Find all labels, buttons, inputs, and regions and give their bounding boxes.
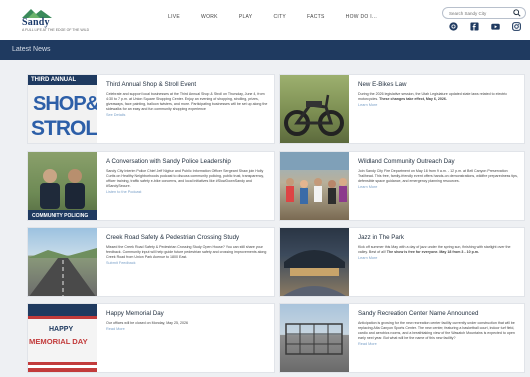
crowd-icon — [280, 152, 349, 204]
memorial-day-image[interactable]: HAPPY MEMORIAL DAY — [28, 304, 97, 372]
news-card[interactable]: THIRD ANNUAL SHOP& STROLL Third Annual S… — [27, 74, 275, 144]
card-title[interactable]: Jazz in The Park — [358, 234, 518, 241]
card-text: Anticipation is growing for the new recr… — [358, 321, 515, 340]
wildland-outreach-image[interactable] — [280, 152, 349, 220]
search-input[interactable] — [449, 10, 509, 17]
sandy-city-logo[interactable]: Sandy A FULL LIFE AT THE EDGE OF THE WIL… — [22, 8, 89, 32]
news-card[interactable]: COMMUNITY POLICING A Conversation with S… — [27, 151, 275, 221]
news-card[interactable]: HAPPY MEMORIAL DAY Happy Memorial Day Ou… — [27, 303, 275, 373]
card-body: Creek Road Safety & Pedestrian Crossing … — [106, 234, 268, 265]
card-text: Celebrate and support local businesses a… — [106, 92, 268, 111]
card-title[interactable]: Wildland Community Outreach Day — [358, 158, 518, 165]
card-text-emphasis: The show is free for everyone. May 18 fr… — [386, 250, 479, 254]
learn-more-link[interactable]: Learn More — [358, 185, 518, 189]
main-nav: LIVE WORK PLAY CITY FACTS HOW DO I... — [168, 14, 398, 20]
nav-live[interactable]: LIVE — [168, 14, 180, 20]
e-bike-icon — [284, 94, 344, 136]
nav-how-do-i[interactable]: HOW DO I... — [346, 14, 377, 20]
card-title[interactable]: Third Annual Shop & Stroll Event — [106, 81, 268, 88]
image-label-bottom: STROLL — [31, 117, 97, 140]
news-card[interactable]: Jazz in The Park Kick off summer this Ma… — [279, 227, 525, 297]
search-box[interactable] — [442, 7, 526, 19]
e-bike-image[interactable] — [280, 75, 349, 143]
amphitheater-icon — [283, 250, 346, 296]
shop-stroll-image[interactable]: THIRD ANNUAL SHOP& STROLL — [28, 75, 97, 143]
news-card[interactable]: New E-Bikes Law During the 2026 legislat… — [279, 74, 525, 144]
card-body: Jazz in The Park Kick off summer this Ma… — [358, 234, 518, 260]
news-card[interactable]: Sandy Recreation Center Name Announced A… — [279, 303, 525, 373]
latest-news-bar: Latest News — [0, 40, 530, 60]
learn-more-link[interactable]: Learn More — [358, 256, 518, 260]
card-title[interactable]: Happy Memorial Day — [106, 310, 268, 317]
read-more-link[interactable]: Read More — [106, 327, 268, 331]
news-card[interactable]: Creek Road Safety & Pedestrian Crossing … — [27, 227, 275, 297]
card-body: Third Annual Shop & Stroll Event Celebra… — [106, 81, 268, 117]
nav-play[interactable]: PLAY — [239, 14, 253, 20]
card-text: Sandy City Interim Police Chief Jeff Nig… — [106, 169, 264, 188]
road-icon — [28, 248, 97, 296]
search-icon[interactable] — [513, 9, 521, 17]
image-label-top: THIRD ANNUAL — [31, 77, 77, 83]
police-leadership-image[interactable]: COMMUNITY POLICING — [28, 152, 97, 220]
card-body: Wildland Community Outreach Day Join San… — [358, 158, 518, 189]
card-body: Sandy Recreation Center Name Announced A… — [358, 310, 518, 346]
creek-road-image[interactable] — [28, 228, 97, 296]
card-body: New E-Bikes Law During the 2026 legislat… — [358, 81, 518, 107]
logo-tagline: A FULL LIFE AT THE EDGE OF THE WILD — [22, 28, 90, 32]
card-text-emphasis: These changes take effect, May 6, 2026. — [379, 97, 447, 101]
card-title[interactable]: A Conversation with Sandy Police Leaders… — [106, 158, 268, 165]
image-label-top: HAPPY — [49, 326, 74, 333]
news-grid: THIRD ANNUAL SHOP& STROLL Third Annual S… — [0, 60, 530, 377]
card-body: A Conversation with Sandy Police Leaders… — [106, 158, 268, 194]
card-text: Our offices will be closed on Monday, Ma… — [106, 321, 188, 325]
construction-icon — [285, 323, 343, 355]
image-label-mid: SHOP& — [33, 93, 97, 115]
image-label-mid: MEMORIAL DAY — [29, 337, 88, 346]
card-text: Missed the Creek Road Safety & Pedestria… — [106, 245, 267, 259]
instagram-icon[interactable] — [512, 22, 521, 31]
card-title[interactable]: Creek Road Safety & Pedestrian Crossing … — [106, 234, 268, 241]
image-label: COMMUNITY POLICING — [32, 213, 89, 219]
section-title: Latest News — [12, 46, 51, 53]
nav-city[interactable]: CITY — [273, 14, 286, 20]
see-details-link[interactable]: See Details — [106, 113, 268, 117]
card-body: Happy Memorial Day Our offices will be c… — [106, 310, 268, 331]
news-card[interactable]: Wildland Community Outreach Day Join San… — [279, 151, 525, 221]
submit-feedback-link[interactable]: Submit Feedback — [106, 261, 268, 265]
read-more-link[interactable]: Read More — [358, 342, 518, 346]
card-text: During the 2026 legislative session, the… — [358, 92, 518, 102]
learn-more-link[interactable]: Learn More — [358, 103, 518, 107]
jazz-amphitheater-image[interactable] — [280, 228, 349, 296]
card-title[interactable]: Sandy Recreation Center Name Announced — [358, 310, 518, 317]
facebook-icon[interactable] — [470, 22, 479, 31]
instagram-circle-icon[interactable] — [449, 22, 458, 31]
card-title[interactable]: New E-Bikes Law — [358, 81, 518, 88]
site-header: Sandy A FULL LIFE AT THE EDGE OF THE WIL… — [0, 0, 530, 40]
recreation-center-image[interactable] — [280, 304, 349, 372]
nav-facts[interactable]: FACTS — [307, 14, 325, 20]
nav-work[interactable]: WORK — [201, 14, 218, 20]
listen-podcast-link[interactable]: Listen to the Podcast — [106, 190, 268, 194]
card-text: Kick off summer this May with a day of j… — [358, 245, 518, 255]
logo-text: Sandy — [22, 17, 50, 28]
card-text: Join Sandy City Fire Department on May 1… — [358, 169, 518, 183]
youtube-icon[interactable] — [491, 22, 500, 31]
